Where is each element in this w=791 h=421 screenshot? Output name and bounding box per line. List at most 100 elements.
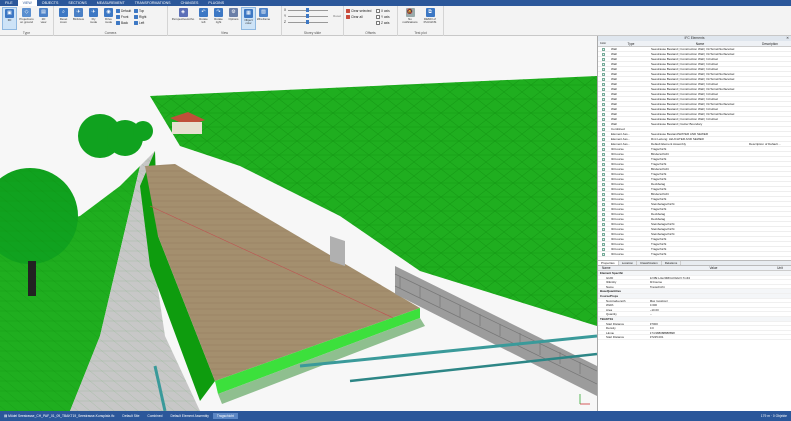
row-checkbox[interactable]	[598, 47, 608, 51]
clear-all-button[interactable]: Clear all	[346, 14, 376, 20]
row-checkbox[interactable]	[598, 237, 608, 241]
row-checkbox[interactable]	[598, 127, 608, 131]
row-checkbox[interactable]	[598, 242, 608, 246]
row-checkbox[interactable]	[598, 162, 608, 166]
row-checkbox[interactable]	[598, 82, 608, 86]
row-checkbox[interactable]	[598, 132, 608, 136]
slider-z-track[interactable]	[287, 20, 328, 24]
row-checkbox[interactable]	[598, 107, 608, 111]
status-assembly[interactable]: Default Element Assembly	[166, 414, 212, 418]
projections-button[interactable]: ◇ Projections on ground	[17, 7, 36, 30]
prop-column-name: Name	[602, 266, 611, 270]
drive-mode-button[interactable]: ◉ Drive mode	[101, 7, 116, 30]
row-type: Wall	[611, 77, 617, 81]
perspective-button[interactable]: ◈ Perspective/ortho	[170, 7, 196, 30]
prop-column-value: Value	[709, 266, 718, 270]
3d-viewport[interactable]	[0, 36, 597, 411]
reset-zoom-button[interactable]: ⌕ Reset zoom	[56, 7, 71, 30]
close-icon[interactable]: ✕	[786, 36, 789, 41]
status-selected[interactable]: Tragschicht	[212, 413, 238, 419]
row-checkbox[interactable]	[598, 77, 608, 81]
row-checkbox[interactable]	[598, 212, 608, 216]
row-checkbox[interactable]	[598, 172, 608, 176]
header-checkbox-col[interactable]: Color	[598, 41, 608, 46]
row-checkbox[interactable]	[598, 187, 608, 191]
checkbox-icon	[601, 102, 605, 106]
property-row[interactable]: Start Distance 37225.001	[598, 335, 791, 340]
row-checkbox[interactable]	[598, 152, 608, 156]
row-checkbox[interactable]	[598, 177, 608, 181]
row-name	[651, 127, 749, 131]
checkbox-icon	[601, 227, 605, 231]
row-checkbox[interactable]	[598, 142, 608, 146]
row-checkbox[interactable]	[598, 57, 608, 61]
row-checkbox[interactable]	[598, 217, 608, 221]
column-type[interactable]: Type	[611, 41, 651, 46]
row-checkbox[interactable]	[598, 72, 608, 76]
row-checkbox[interactable]	[598, 227, 608, 231]
camera-left-button[interactable]: Left	[134, 20, 152, 26]
row-type: Wall	[611, 62, 617, 66]
demo-plugins-button[interactable]: ⧉ DEMO of PLUGINS	[420, 7, 440, 30]
row-checkbox[interactable]	[598, 247, 608, 251]
storey-reset-button[interactable]: Reset	[333, 14, 341, 18]
row-checkbox[interactable]	[598, 182, 608, 186]
column-name[interactable]: Name	[651, 41, 749, 46]
row-checkbox[interactable]	[598, 222, 608, 226]
row-checkbox[interactable]	[598, 137, 608, 141]
3d-button[interactable]: ▣ 3D	[2, 7, 17, 30]
row-description	[749, 57, 791, 61]
slider-y-track[interactable]	[288, 14, 329, 18]
row-checkbox[interactable]	[598, 92, 608, 96]
slider-z-knob[interactable]	[305, 20, 309, 24]
tab-relations[interactable]: Relations	[662, 261, 682, 265]
rotate-right-button[interactable]: ↷ Rotate right	[211, 7, 226, 30]
row-checkbox[interactable]	[598, 167, 608, 171]
row-checkbox[interactable]	[598, 147, 608, 151]
z-axis-checkbox[interactable]: Z axis	[376, 20, 394, 26]
tab-properties[interactable]: Properties	[598, 261, 619, 265]
row-checkbox[interactable]	[598, 207, 608, 211]
status-site[interactable]: Default Site	[118, 414, 143, 418]
fly-mode-button[interactable]: ✈ Fly mode	[86, 7, 101, 30]
row-checkbox[interactable]	[598, 117, 608, 121]
3d-scene[interactable]	[0, 36, 597, 411]
row-checkbox[interactable]	[598, 232, 608, 236]
row-description	[749, 217, 791, 221]
row-description	[749, 72, 791, 76]
row-checkbox[interactable]	[598, 102, 608, 106]
row-checkbox[interactable]	[598, 122, 608, 126]
row-checkbox[interactable]	[598, 157, 608, 161]
row-checkbox[interactable]	[598, 112, 608, 116]
birdview-button[interactable]: ✈ Birdview	[71, 7, 86, 30]
2d-view-button[interactable]: ▤ 2D view	[36, 7, 51, 30]
checkbox-icon	[601, 127, 605, 131]
ribbon: ▣ 3D ◇ Projections on ground ▤ 2D view Type…	[0, 6, 791, 36]
row-checkbox[interactable]	[598, 252, 608, 256]
wireframe-button[interactable]: ▧ Wireframe	[256, 7, 271, 30]
slider-x-track[interactable]	[288, 8, 329, 12]
row-checkbox[interactable]	[598, 192, 608, 196]
rotate-left-button[interactable]: ↶ Rotate left	[196, 7, 211, 30]
slider-x-knob[interactable]	[306, 8, 310, 12]
row-checkbox[interactable]	[598, 67, 608, 71]
object-color-button[interactable]: ▦ Object color	[241, 7, 256, 30]
camera-back-button[interactable]: Back	[116, 20, 134, 26]
checkbox-icon	[601, 137, 605, 141]
tab-classification[interactable]: Classification	[637, 261, 662, 265]
tab-location[interactable]: Location	[619, 261, 638, 265]
row-checkbox[interactable]	[598, 52, 608, 56]
slider-z[interactable]: Z	[284, 19, 341, 25]
no-notifications-button[interactable]: 🔕 No notifications	[400, 7, 420, 30]
row-checkbox[interactable]	[598, 97, 608, 101]
options-button[interactable]: ⚙ Options	[226, 7, 241, 30]
checkbox-icon	[601, 172, 605, 176]
row-checkbox[interactable]	[598, 87, 608, 91]
row-checkbox[interactable]	[598, 197, 608, 201]
row-checkbox[interactable]	[598, 202, 608, 206]
table-row[interactable]: IfcCourse Tragschicht	[598, 252, 791, 257]
slider-y-knob[interactable]	[306, 14, 310, 18]
status-combined[interactable]: Combined	[143, 414, 166, 418]
column-description[interactable]: Description	[749, 41, 791, 46]
row-checkbox[interactable]	[598, 62, 608, 66]
